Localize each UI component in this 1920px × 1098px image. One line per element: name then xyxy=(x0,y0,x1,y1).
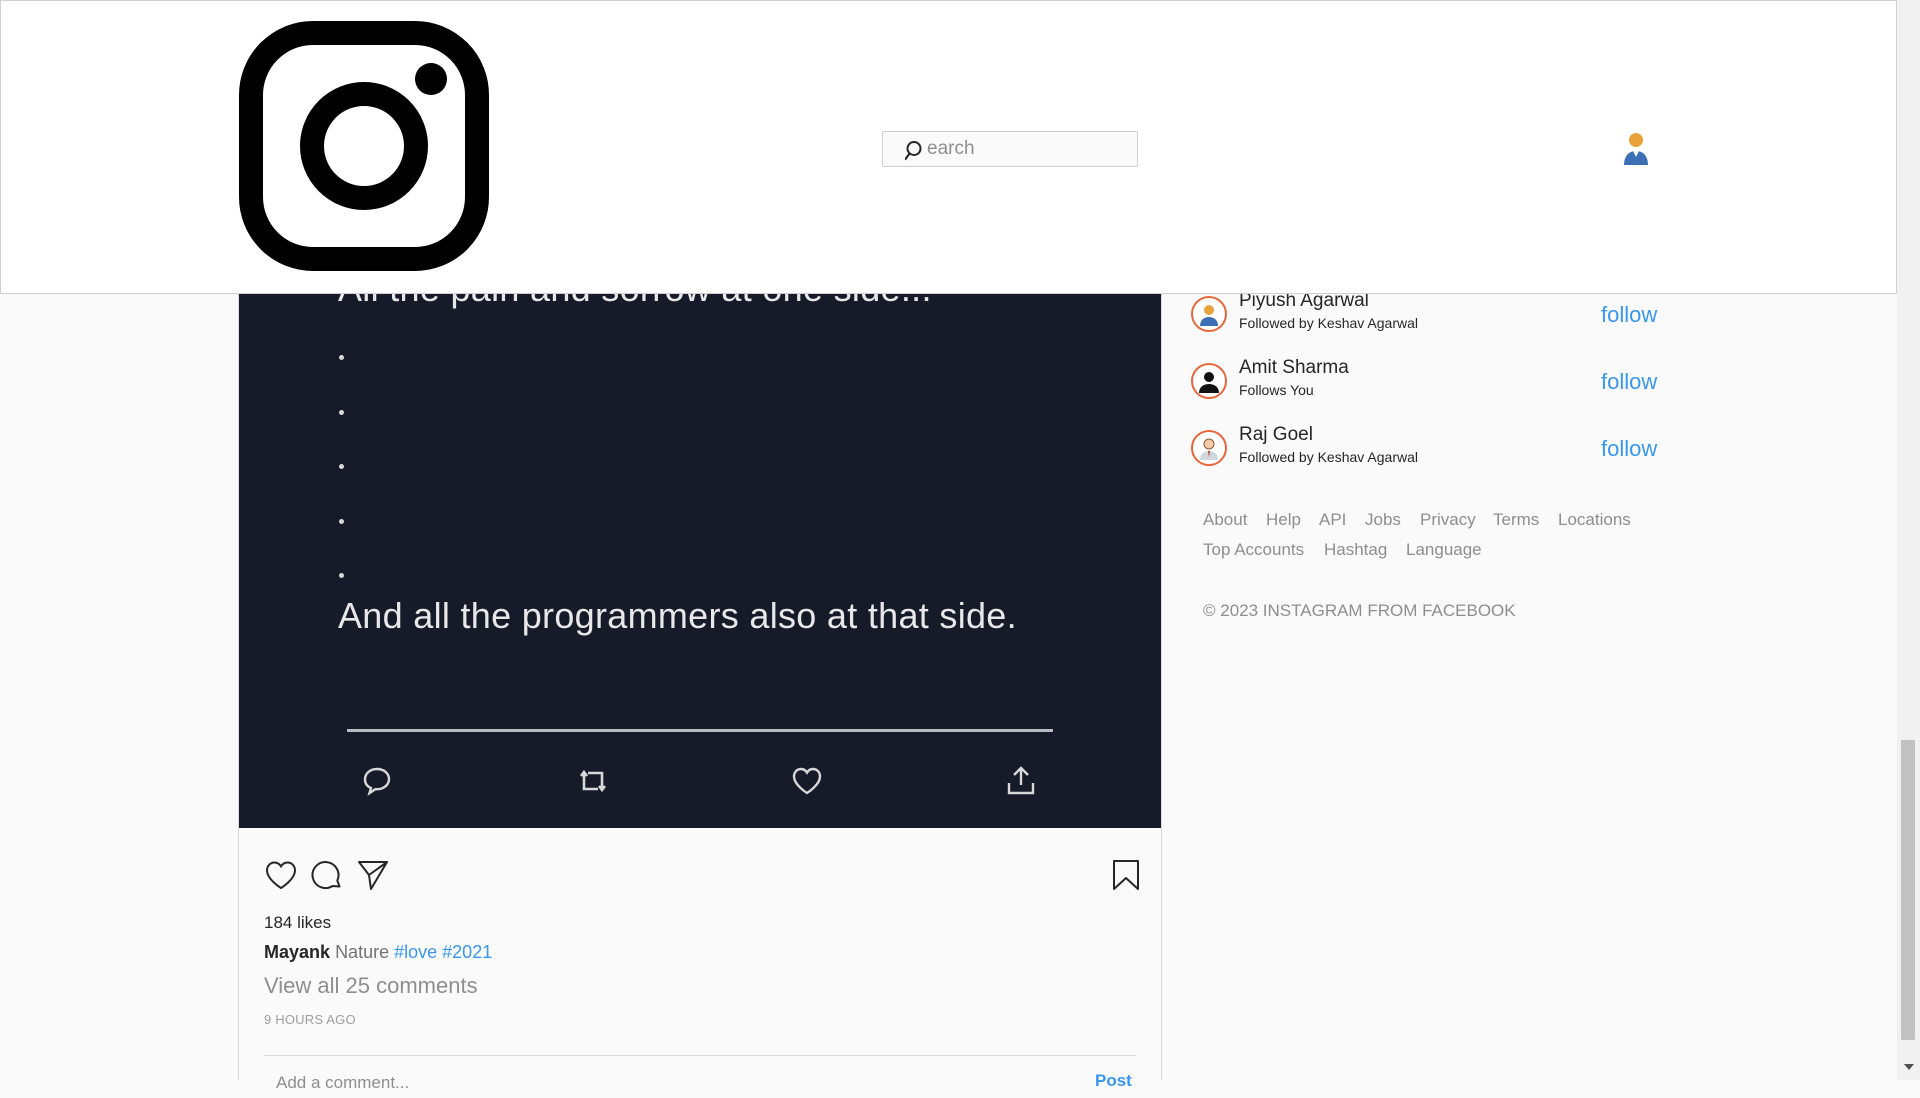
suggestion-name[interactable]: Amit Sharma xyxy=(1239,357,1349,379)
caption-username[interactable]: Mayank xyxy=(264,942,330,962)
search-input[interactable] xyxy=(927,135,1127,163)
follow-button[interactable]: follow xyxy=(1601,302,1657,328)
likes-count[interactable]: 184 likes xyxy=(264,913,331,933)
ellipsis-dot xyxy=(339,355,344,360)
copyright: © 2023 INSTAGRAM FROM FACEBOOK xyxy=(1203,601,1516,620)
avatar[interactable] xyxy=(1191,296,1227,332)
suggestion-subtitle: Followed by Keshav Agarwal xyxy=(1239,449,1418,465)
suggestion-item: Raj Goel Followed by Keshav Agarwal foll… xyxy=(1191,424,1661,476)
footer-link-top-accounts[interactable]: Top Accounts xyxy=(1203,540,1304,560)
follow-button[interactable]: follow xyxy=(1601,369,1657,395)
footer-link-jobs[interactable]: Jobs xyxy=(1365,510,1401,530)
share-icon xyxy=(1007,766,1035,795)
comment-icon[interactable] xyxy=(310,858,344,892)
footer-link-terms[interactable]: Terms xyxy=(1493,510,1539,530)
ellipsis-dot xyxy=(339,519,344,524)
avatar[interactable] xyxy=(1191,430,1227,466)
caption-text: Nature xyxy=(335,942,390,962)
user-avatar-icon xyxy=(1200,438,1218,460)
top-header xyxy=(0,0,1897,294)
instagram-logo-icon[interactable] xyxy=(239,21,489,271)
divider xyxy=(264,1055,1136,1056)
retweet-icon xyxy=(579,769,607,793)
post-image-text-main: And all the programmers also at that sid… xyxy=(338,595,1017,636)
ellipsis-dot xyxy=(339,464,344,469)
suggestion-subtitle: Follows You xyxy=(1239,382,1314,398)
post-caption: Mayank Nature #love #2021 xyxy=(264,942,492,963)
like-icon[interactable] xyxy=(264,858,298,892)
suggestion-subtitle: Followed by Keshav Agarwal xyxy=(1239,315,1418,331)
send-icon[interactable] xyxy=(356,858,390,892)
view-comments-link[interactable]: View all 25 comments xyxy=(264,973,478,999)
footer-link-help[interactable]: Help xyxy=(1266,510,1301,530)
post-comment-button[interactable]: Post xyxy=(1095,1071,1132,1091)
post-timestamp: 9 HOURS AGO xyxy=(264,1012,356,1027)
scroll-down-arrow-icon[interactable] xyxy=(1904,1064,1914,1070)
search-box[interactable] xyxy=(882,131,1138,167)
heart-icon xyxy=(792,767,822,795)
user-avatar-icon xyxy=(1200,305,1218,326)
footer-link-privacy[interactable]: Privacy xyxy=(1420,510,1476,530)
hashtag-link[interactable]: #2021 xyxy=(442,942,492,962)
footer-link-about[interactable]: About xyxy=(1203,510,1247,530)
post-actions: 184 likes Mayank Nature #love #2021 View… xyxy=(239,828,1161,1098)
comment-input[interactable] xyxy=(264,1068,1036,1098)
user-avatar-icon xyxy=(1199,372,1219,393)
search-icon xyxy=(905,141,922,161)
ellipsis-dot xyxy=(339,410,344,415)
footer-link-hashtag[interactable]: Hashtag xyxy=(1324,540,1387,560)
footer-link-language[interactable]: Language xyxy=(1406,540,1482,560)
footer-link-api[interactable]: API xyxy=(1319,510,1346,530)
footer-link-locations[interactable]: Locations xyxy=(1558,510,1631,530)
suggestion-item: Amit Sharma Follows You follow xyxy=(1191,357,1661,409)
suggestion-name[interactable]: Raj Goel xyxy=(1239,424,1313,446)
ellipsis-dot xyxy=(339,573,344,578)
follow-button[interactable]: follow xyxy=(1601,436,1657,462)
bookmark-icon[interactable] xyxy=(1109,858,1143,892)
reply-icon xyxy=(363,767,391,796)
scrollbar-thumb[interactable] xyxy=(1901,740,1915,1040)
avatar[interactable] xyxy=(1191,363,1227,399)
profile-avatar-icon[interactable] xyxy=(1622,131,1650,165)
vertical-scrollbar[interactable] xyxy=(1897,0,1920,1080)
suggestion-item: Piyush Agarwal Followed by Keshav Agarwa… xyxy=(1191,290,1661,342)
hashtag-link[interactable]: #love xyxy=(394,942,437,962)
divider xyxy=(347,729,1053,732)
